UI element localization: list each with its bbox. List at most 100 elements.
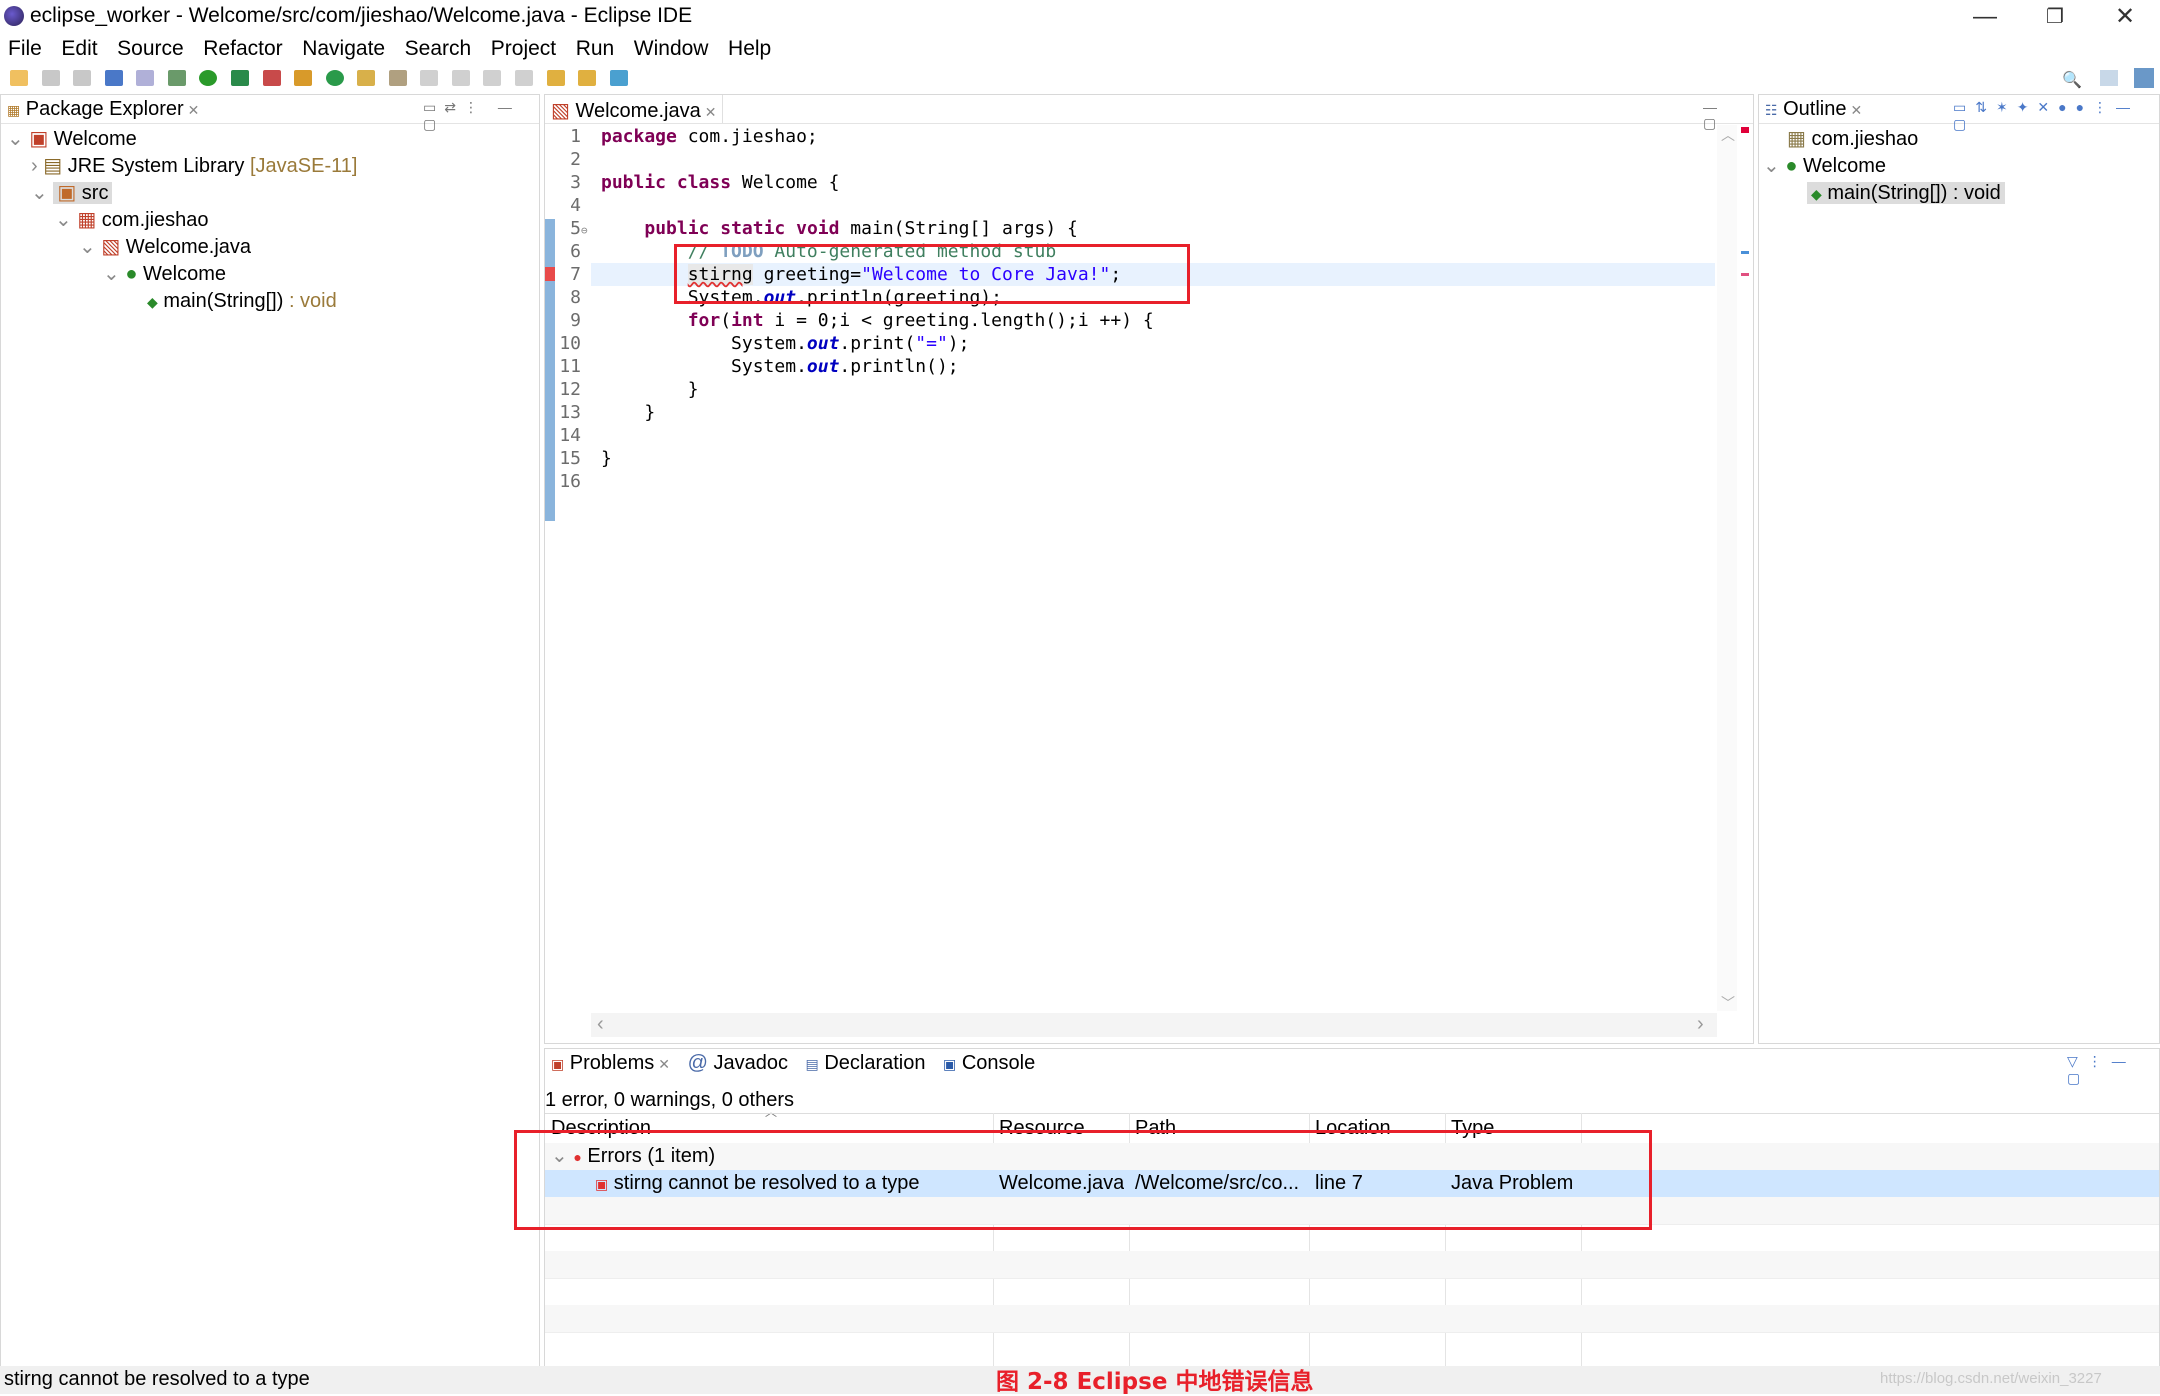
horizontal-scrollbar[interactable]: ‹ › [591, 1013, 1717, 1037]
java-file-icon: ▧ [551, 100, 570, 122]
tree-item-method[interactable]: ◆ main(String[]) : void [1, 288, 539, 315]
code-line[interactable]: 4 [555, 194, 1154, 217]
open-type-icon[interactable] [357, 70, 376, 86]
code-line[interactable]: 15} [555, 447, 1154, 470]
open-perspective-icon[interactable] [609, 70, 628, 86]
close-icon[interactable]: ✕ [1851, 102, 1863, 118]
tree-item-package[interactable]: ⌄ ▦ com.jieshao [1, 207, 539, 234]
code-text: package com.jieshao; [601, 126, 818, 147]
pin-icon[interactable] [451, 70, 470, 86]
code-text: } [601, 402, 656, 423]
code-line[interactable]: 5⊖ public static void main(String[] args… [555, 217, 1154, 240]
code-line[interactable]: 12 } [555, 378, 1154, 401]
method-icon: ◆ [1811, 186, 1822, 202]
outline-view-actions[interactable]: ▭⇅✶✦✕●●⋮— ▢ [1953, 99, 2159, 133]
chevron-down-icon[interactable]: ⌄ [1763, 155, 1780, 177]
line-number: 6 [570, 241, 581, 262]
tab-console[interactable]: ▣ Console [937, 1049, 1041, 1075]
chevron-down-icon[interactable]: ⌄ [79, 236, 96, 258]
java-project-icon: ▣ [29, 128, 49, 150]
save-all-icon[interactable] [73, 70, 92, 86]
code-line[interactable]: 16 [555, 470, 1154, 493]
chevron-down-icon[interactable]: ⌄ [103, 263, 120, 285]
tab-package-explorer[interactable]: ▦ Package Explorer ✕ [1, 95, 205, 121]
code-line[interactable]: 1 package com.jieshao; [555, 125, 1154, 148]
tree-item-src[interactable]: ⌄ ▣ src [1, 180, 539, 207]
save-icon[interactable] [41, 70, 60, 86]
code-area[interactable]: 1 package com.jieshao; 2 3 public class Welc… [555, 125, 1154, 493]
menu-help[interactable]: Help [728, 37, 771, 61]
tab-problems[interactable]: ▣ Problems ✕ [545, 1049, 676, 1075]
outline-item-class[interactable]: ⌄ ● Welcome [1759, 153, 2159, 180]
back-icon[interactable] [546, 70, 565, 86]
overview-task-icon [1741, 251, 1749, 254]
problems-summary: 1 error, 0 warnings, 0 others [545, 1089, 795, 1111]
search-icon[interactable]: 🔍 [2062, 70, 2082, 90]
watermark: https://blog.csdn.net/weixin_3227 [1880, 1370, 2102, 1387]
menu-project[interactable]: Project [491, 37, 556, 61]
debug-icon[interactable] [167, 70, 186, 86]
code-line[interactable]: 13 } [555, 401, 1154, 424]
package-explorer-pane: ▦ Package Explorer ✕ ⌄ ▣ Welcome › ▤ JRE … [0, 94, 540, 1368]
close-icon[interactable]: ✕ [658, 1056, 670, 1072]
menu-run[interactable]: Run [576, 37, 615, 61]
outline-item-method[interactable]: ◆ main(String[]) : void [1759, 180, 2159, 207]
figure-caption: 图 2-8 Eclipse 中地错误信息 [996, 1369, 1314, 1395]
line-number: 3 [570, 172, 581, 193]
restore-button[interactable]: ❐ [2020, 0, 2090, 34]
tab-outline[interactable]: ☷ Outline ✕ [1759, 95, 1868, 121]
run-icon[interactable] [199, 70, 218, 86]
terminal-icon[interactable] [104, 70, 123, 86]
chevron-down-icon[interactable]: ⌄ [7, 128, 24, 150]
line-number: 4 [570, 195, 581, 216]
chevron-down-icon[interactable]: ⌄ [31, 182, 48, 204]
close-icon[interactable]: ✕ [705, 104, 717, 120]
java-perspective-icon[interactable] [2134, 68, 2154, 88]
menu-source[interactable]: Source [117, 37, 184, 61]
menu-navigate[interactable]: Navigate [302, 37, 385, 61]
line-number: 5 [570, 218, 581, 239]
tab-javadoc[interactable]: @ Javadoc [682, 1049, 794, 1075]
menu-window[interactable]: Window [634, 37, 709, 61]
bottom-tabbar: ▣ Problems ✕ @ Javadoc ▤ Declaration ▣ Co… [545, 1049, 2159, 1077]
chevron-right-icon[interactable]: › [31, 155, 38, 177]
new-java-class-icon[interactable] [325, 70, 344, 86]
close-button[interactable]: ✕ [2090, 0, 2160, 34]
perspective-icon[interactable] [2100, 70, 2118, 86]
menu-file[interactable]: File [8, 37, 42, 61]
forward-icon[interactable] [578, 70, 597, 86]
package-explorer-view-actions[interactable]: ▭⇄⋮ — ▢ [423, 99, 539, 133]
tree-item-jre[interactable]: › ▤ JRE System Library [JavaSE-11] [1, 153, 539, 180]
code-line[interactable]: 3 public class Welcome { [555, 171, 1154, 194]
new-java-package-icon[interactable] [294, 70, 313, 86]
tab-declaration[interactable]: ▤ Declaration [800, 1049, 932, 1075]
tab-welcome-java[interactable]: ▧ Welcome.java ✕ [545, 95, 724, 123]
skip-breakpoints-icon[interactable] [136, 70, 155, 86]
code-line[interactable]: 10 System.out.print("="); [555, 332, 1154, 355]
menu-search[interactable]: Search [405, 37, 472, 61]
code-line[interactable]: 14 [555, 424, 1154, 447]
overview-error-icon [1741, 127, 1749, 133]
code-line[interactable]: 2 [555, 148, 1154, 171]
coverage-icon[interactable] [230, 70, 249, 86]
search-tool-icon[interactable] [388, 70, 407, 86]
minimize-button[interactable]: — [1950, 0, 2020, 34]
prev-annotation-icon[interactable] [483, 70, 502, 86]
vertical-scrollbar[interactable]: ︿ ﹀ [1717, 125, 1737, 1011]
package-declaration-icon: ▦ [1787, 128, 1806, 150]
code-line[interactable]: 9 for(int i = 0;i < greeting.length();i … [555, 309, 1154, 332]
editor-pane: ▧ Welcome.java ✕ — ▢ 1 package com.jieshao… [544, 94, 1754, 1044]
code-line[interactable]: 11 System.out.println(); [555, 355, 1154, 378]
close-icon[interactable]: ✕ [188, 102, 200, 118]
new-icon[interactable] [10, 70, 28, 86]
external-tools-icon[interactable] [262, 70, 281, 86]
chevron-down-icon[interactable]: ⌄ [55, 209, 72, 231]
next-annotation-icon[interactable] [515, 70, 533, 86]
annotation-icon[interactable] [420, 70, 439, 86]
tree-item-java-file[interactable]: ⌄ ▧ Welcome.java [1, 234, 539, 261]
tree-item-class[interactable]: ⌄ ● Welcome [1, 261, 539, 288]
menu-edit[interactable]: Edit [61, 37, 97, 61]
menu-refactor[interactable]: Refactor [203, 37, 282, 61]
problems-view-actions[interactable]: ▽⋮— ▢ [2067, 1053, 2159, 1087]
fold-collapse-icon[interactable]: ⊖ [581, 219, 601, 242]
